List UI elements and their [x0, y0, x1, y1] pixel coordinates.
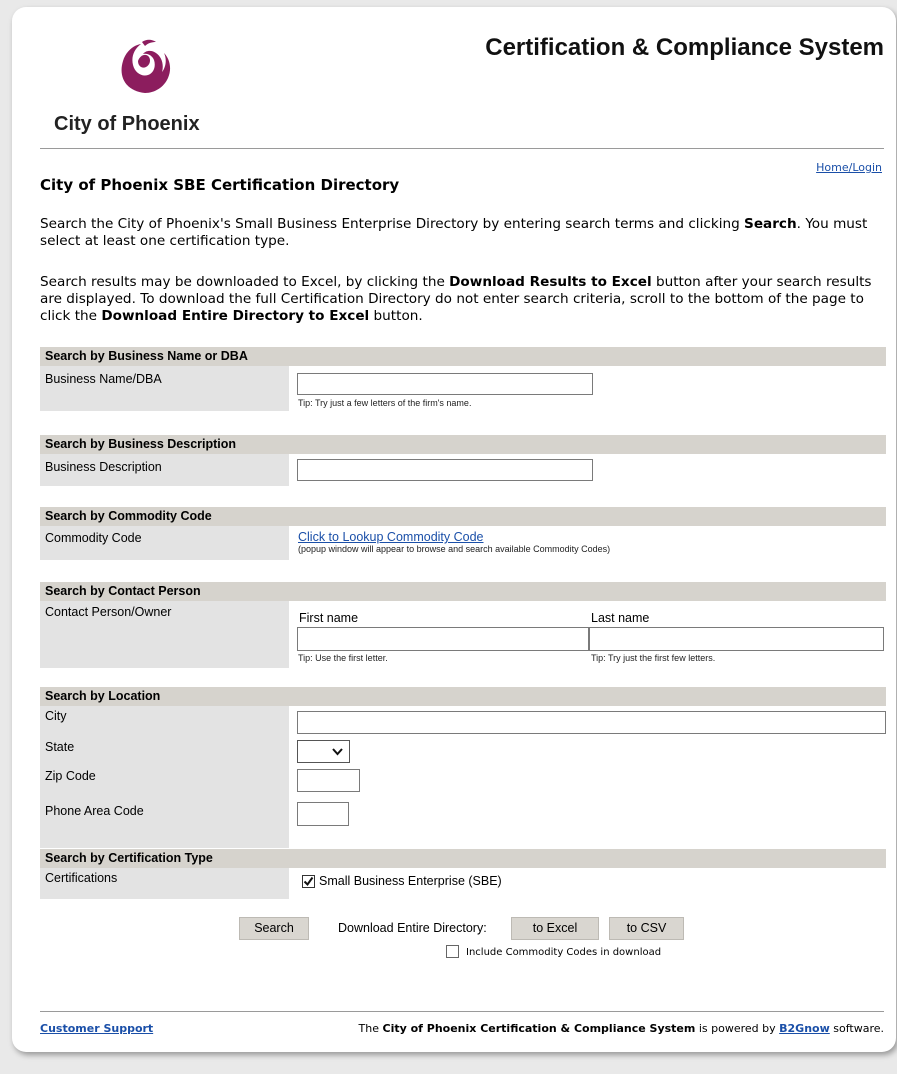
download-excel-button[interactable]: to Excel	[511, 917, 599, 940]
page-container: City of Phoenix Certification & Complian…	[12, 7, 896, 1052]
sbe-checkbox-label[interactable]: Small Business Enterprise (SBE)	[319, 874, 502, 888]
commodity-code-label: Commodity Code	[40, 526, 289, 560]
business-name-input[interactable]	[297, 373, 593, 395]
section-heading: Search by Location	[40, 687, 886, 706]
business-description-input[interactable]	[297, 459, 593, 481]
section-heading: Search by Commodity Code	[40, 507, 886, 526]
section-heading: Search by Contact Person	[40, 582, 886, 601]
logo-text: City of Phoenix	[54, 113, 200, 135]
location-label-column: City State Zip Code Phone Area Code	[40, 706, 289, 848]
b2gnow-link[interactable]: B2Gnow	[779, 1022, 830, 1035]
intro-paragraph-1: Search the City of Phoenix's Small Busin…	[40, 216, 868, 249]
section-heading: Search by Business Description	[40, 435, 886, 454]
first-name-tip: Tip: Use the first letter.	[298, 653, 388, 663]
intro-paragraph-2: Search results may be downloaded to Exce…	[40, 274, 872, 324]
zip-code-label: Zip Code	[45, 769, 96, 783]
first-name-input[interactable]	[297, 627, 589, 651]
last-name-tip: Tip: Try just the first few letters.	[591, 653, 716, 663]
download-csv-button[interactable]: to CSV	[609, 917, 684, 940]
page-title: City of Phoenix SBE Certification Direct…	[40, 176, 400, 194]
commodity-note: (popup window will appear to browse and …	[298, 544, 611, 554]
footer-powered-by: The City of Phoenix Certification & Comp…	[358, 1022, 884, 1035]
phone-area-code-input[interactable]	[297, 802, 349, 826]
search-button[interactable]: Search	[239, 917, 309, 940]
contact-person-label: Contact Person/Owner	[40, 601, 289, 668]
zip-code-input[interactable]	[297, 769, 360, 792]
system-title: Certification & Compliance System	[485, 34, 884, 61]
section-commodity-code: Search by Commodity Code Commodity Code …	[40, 507, 886, 560]
section-contact-person: Search by Contact Person Contact Person/…	[40, 582, 886, 668]
business-description-label: Business Description	[40, 454, 289, 486]
include-commodity-codes-checkbox[interactable]	[446, 945, 459, 958]
phone-area-code-label: Phone Area Code	[45, 804, 144, 818]
lookup-commodity-code-link[interactable]: Click to Lookup Commodity Code	[298, 530, 484, 544]
sbe-checkbox[interactable]	[302, 875, 315, 888]
city-label: City	[45, 709, 67, 723]
phoenix-bird-icon	[121, 39, 171, 93]
footer-divider	[40, 1011, 884, 1012]
section-heading: Search by Business Name or DBA	[40, 347, 886, 366]
state-select[interactable]	[297, 740, 350, 763]
city-input[interactable]	[297, 711, 886, 734]
home-login-link[interactable]: Home/Login	[816, 161, 882, 174]
last-name-label: Last name	[591, 611, 650, 625]
business-name-tip: Tip: Try just a few letters of the firm'…	[298, 398, 472, 408]
header-divider	[40, 148, 884, 149]
certifications-label: Certifications	[40, 868, 289, 899]
include-commodity-codes-label[interactable]: Include Commodity Codes in download	[466, 947, 661, 958]
state-label: State	[45, 740, 75, 754]
section-certification-type: Search by Certification Type Certificati…	[40, 849, 886, 899]
section-heading: Search by Certification Type	[40, 849, 886, 868]
checkmark-icon	[303, 876, 314, 887]
business-name-label: Business Name/DBA	[40, 366, 289, 411]
section-location: Search by Location City State Zip Code P…	[40, 687, 886, 848]
section-business-description: Search by Business Description Business …	[40, 435, 886, 486]
first-name-label: First name	[299, 611, 359, 625]
chevron-down-icon	[332, 748, 343, 756]
last-name-input[interactable]	[589, 627, 884, 651]
section-business-name: Search by Business Name or DBA Business …	[40, 347, 886, 411]
download-entire-directory-label: Download Entire Directory:	[338, 921, 487, 935]
customer-support-link[interactable]: Customer Support	[40, 1022, 153, 1035]
